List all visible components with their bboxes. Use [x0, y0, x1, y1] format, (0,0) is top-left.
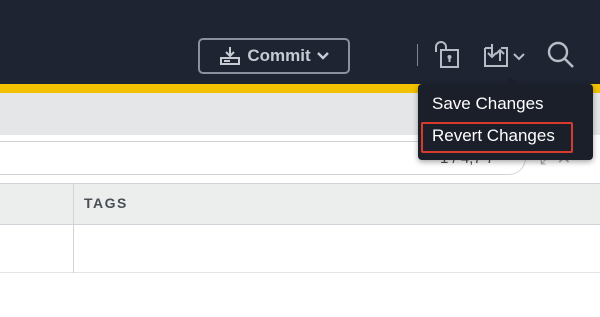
- table-row[interactable]: [0, 225, 600, 273]
- column-separator: [73, 183, 74, 273]
- selection-highlight: [421, 122, 573, 153]
- lock-button[interactable]: [432, 40, 462, 75]
- chevron-down-icon: [316, 51, 329, 61]
- app-screen: Commit TAGS Save Changes Revert Changes: [0, 0, 600, 317]
- upload-tray-icon: [219, 46, 241, 66]
- toolbar-divider: [417, 44, 418, 66]
- sync-changes-icon: [482, 40, 512, 75]
- column-header-tags[interactable]: TAGS: [84, 195, 128, 211]
- commit-label: Commit: [247, 46, 311, 65]
- menu-item-save-changes[interactable]: Save Changes: [432, 94, 544, 114]
- changes-menu-button[interactable]: [482, 40, 525, 75]
- commit-button[interactable]: Commit: [198, 38, 350, 74]
- lock-icon: [432, 40, 462, 75]
- chevron-down-icon: [513, 49, 525, 67]
- search-button[interactable]: [546, 40, 576, 75]
- search-icon: [546, 40, 576, 75]
